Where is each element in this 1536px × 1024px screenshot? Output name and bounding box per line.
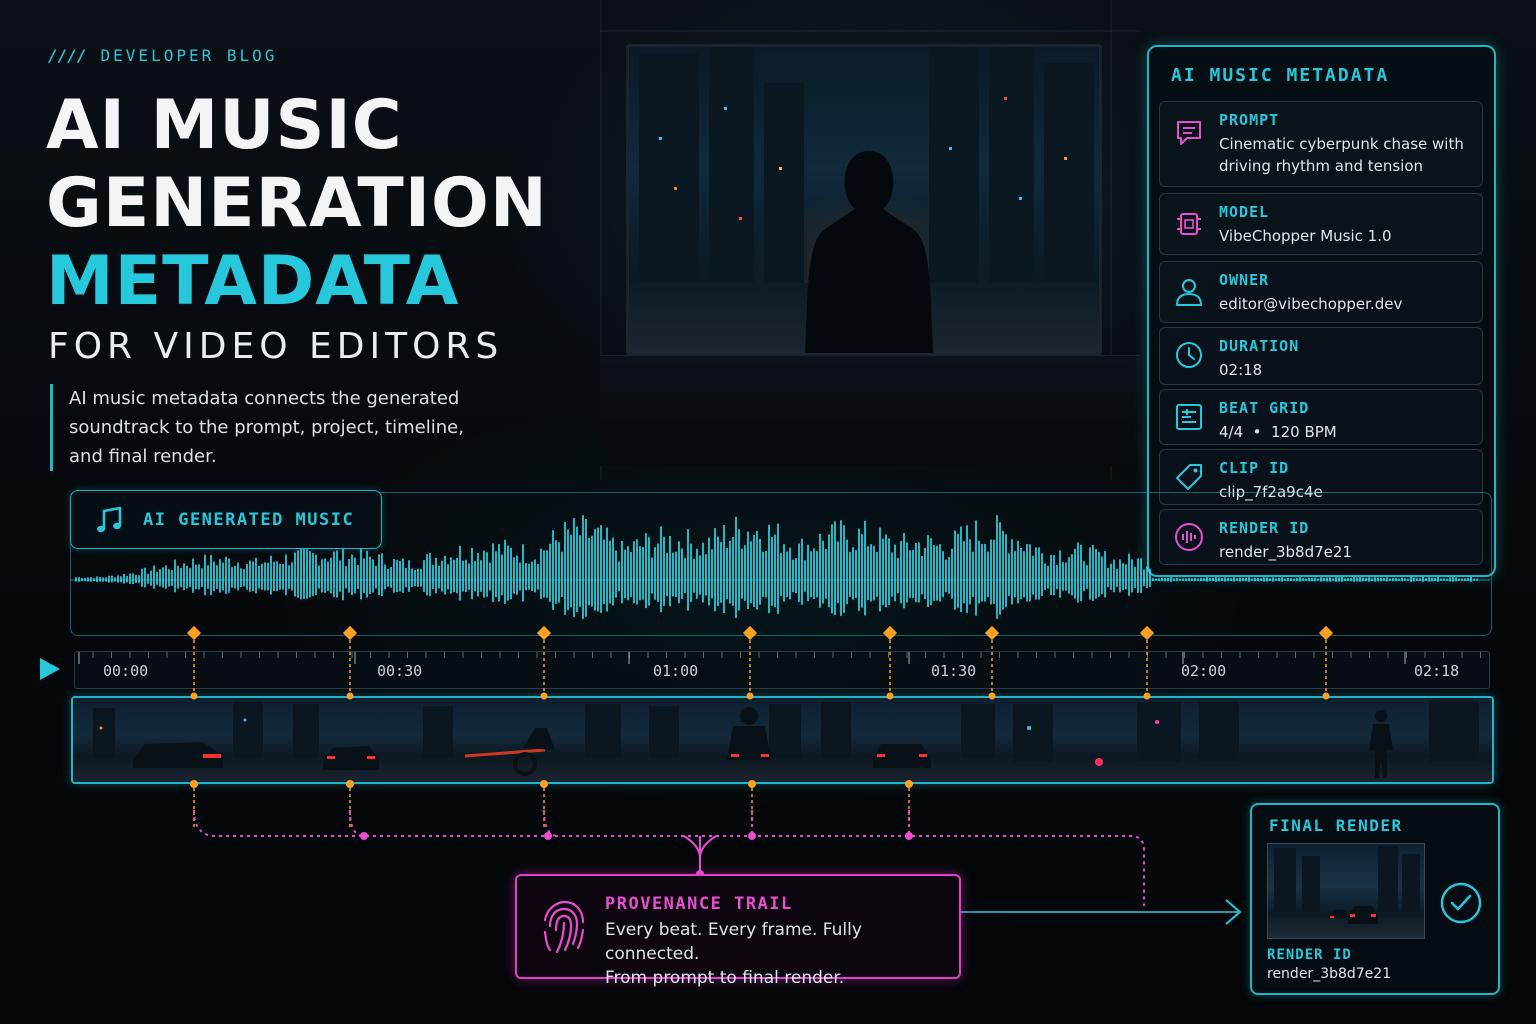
provenance-branch [543, 809, 559, 837]
frame-link-dot [905, 780, 913, 788]
beat-marker-diamond [186, 625, 202, 641]
provenance-trail-card: PROVENANCE TRAIL Every beat. Every frame… [515, 874, 961, 988]
frame-link-dot [540, 780, 548, 788]
beat-marker-dot [190, 692, 198, 700]
beat-marker-diamond [882, 625, 898, 641]
beat-marker-dot [540, 692, 548, 700]
beat-marker-dot [1143, 692, 1151, 700]
frame-link-dot [190, 780, 198, 788]
provenance-node [905, 832, 913, 840]
beat-marker-dot [746, 692, 754, 700]
provenance-body: Every beat. Every frame. Fully connected… [605, 918, 959, 990]
provenance-line-1: Every beat. Every frame. Fully connected… [605, 920, 862, 964]
beat-marker-dot [1322, 692, 1330, 700]
provenance-node [360, 832, 368, 840]
beat-marker-dot [988, 692, 996, 700]
check-circle-icon [1440, 882, 1482, 924]
beat-marker-dot [346, 692, 354, 700]
frame-link-dot [748, 780, 756, 788]
beat-marker-diamond [984, 625, 1000, 641]
final-render-card: FINAL RENDER RENDER ID render_3b8d7e21 [1250, 803, 1500, 995]
beat-marker-diamond [1318, 625, 1334, 641]
final-render-title: FINAL RENDER [1269, 816, 1403, 835]
provenance-node [544, 832, 552, 840]
provenance-line-2: From prompt to final render. [605, 968, 845, 988]
car-scene [1274, 846, 1420, 924]
beat-marker-diamond [1139, 625, 1155, 641]
beat-marker-diamond [742, 625, 758, 641]
final-render-id-value: render_3b8d7e21 [1267, 966, 1392, 982]
frame-link-dot [346, 780, 354, 788]
provenance-title: PROVENANCE TRAIL [605, 894, 793, 914]
final-render-id-label: RENDER ID [1267, 947, 1352, 963]
provenance-node [748, 832, 756, 840]
fingerprint-icon [543, 900, 585, 954]
provenance-branch [349, 809, 365, 837]
beat-marker-diamond [536, 625, 552, 641]
beat-marker-diamond [342, 625, 358, 641]
beat-marker-dot [886, 692, 894, 700]
final-render-thumbnail[interactable] [1267, 843, 1425, 939]
